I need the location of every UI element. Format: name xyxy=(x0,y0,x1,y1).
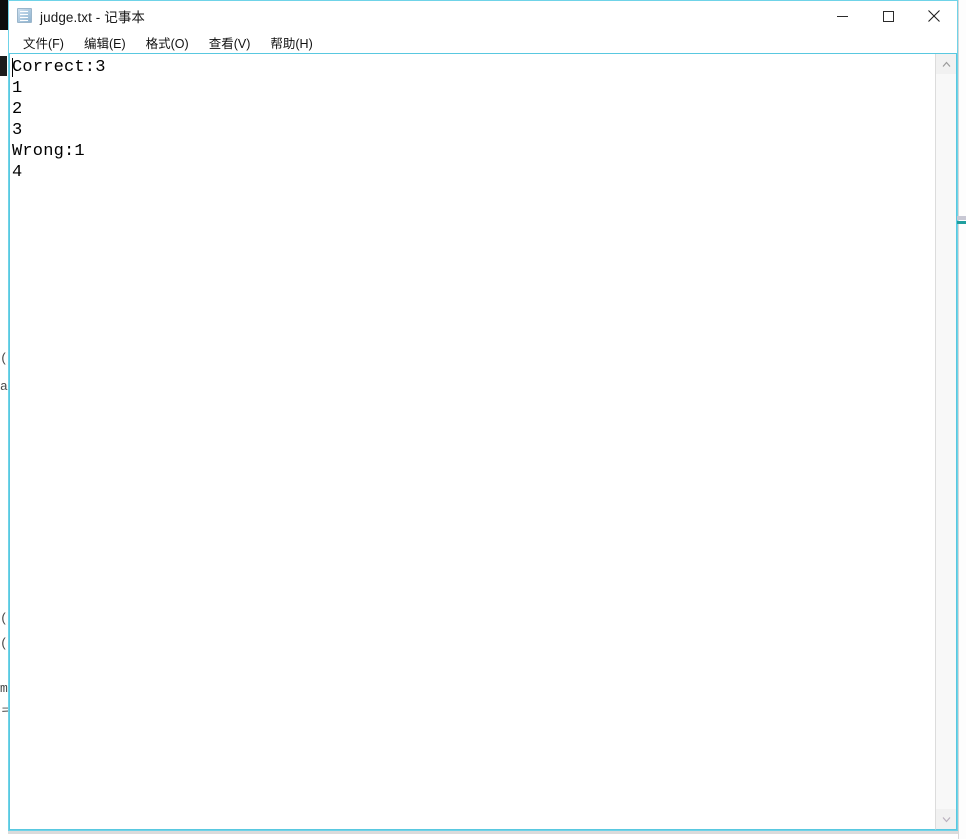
right-edge-background xyxy=(958,0,966,839)
desktop-background: ( a ( (( m ㅋ judge.txt - 记事本 xyxy=(0,0,966,839)
text-editor-area[interactable]: Correct:3 1 2 3 Wrong:1 4 xyxy=(9,54,935,830)
scroll-track[interactable] xyxy=(936,74,956,809)
menu-item-edit[interactable]: 编辑(E) xyxy=(84,33,126,52)
chevron-down-icon xyxy=(942,816,950,822)
minimize-icon xyxy=(836,15,848,17)
title-bar[interactable]: judge.txt - 记事本 xyxy=(9,1,957,31)
window-title: judge.txt - 记事本 xyxy=(40,10,146,25)
menu-item-file[interactable]: 文件(F) xyxy=(23,33,64,52)
maximize-icon xyxy=(882,10,894,22)
menu-item-format[interactable]: 格式(O) xyxy=(146,33,189,52)
window-controls xyxy=(819,1,957,31)
maximize-button[interactable] xyxy=(865,1,911,31)
editor-text[interactable]: Correct:3 1 2 3 Wrong:1 4 xyxy=(10,57,935,829)
menu-bar: 文件(F) 编辑(E) 格式(O) 查看(V) 帮助(H) xyxy=(9,31,957,53)
menu-item-view[interactable]: 查看(V) xyxy=(209,33,251,52)
notepad-icon xyxy=(17,8,33,24)
close-icon xyxy=(928,10,940,22)
menu-item-help[interactable]: 帮助(H) xyxy=(270,33,312,52)
client-area: Correct:3 1 2 3 Wrong:1 4 xyxy=(9,53,957,830)
right-edge-artifact-gray xyxy=(957,216,966,220)
chevron-up-icon xyxy=(942,61,950,67)
right-edge-artifact-teal xyxy=(957,221,966,224)
window-drop-shadow xyxy=(8,831,958,834)
scroll-up-button[interactable] xyxy=(936,54,956,74)
scroll-down-button[interactable] xyxy=(936,809,956,829)
close-button[interactable] xyxy=(911,1,957,31)
background-dark-bar-secondary xyxy=(0,56,7,76)
minimize-button[interactable] xyxy=(819,1,865,31)
vertical-scrollbar[interactable] xyxy=(935,54,957,830)
notepad-window[interactable]: judge.txt - 记事本 文件(F) 编辑(E) 格式(O) 查看(V) … xyxy=(8,0,958,831)
